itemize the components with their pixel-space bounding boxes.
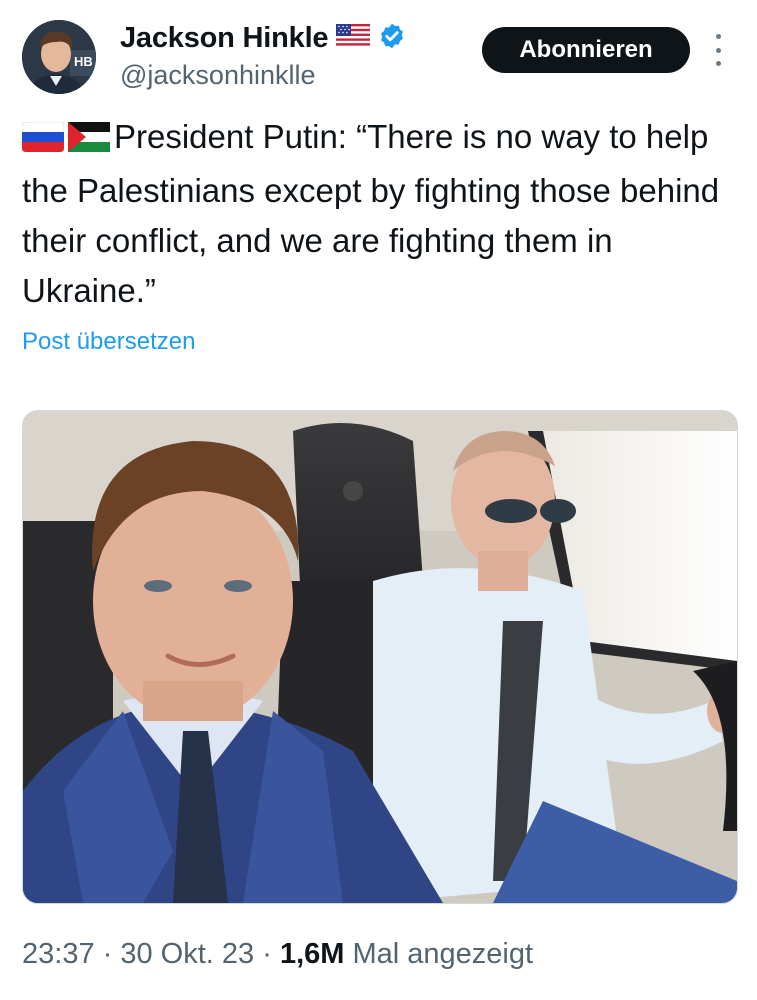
more-options-icon[interactable] (710, 34, 726, 66)
views-count[interactable]: 1,6M (280, 938, 344, 970)
tweet-text: President Putin: “There is no way to hel… (21, 112, 737, 316)
tweet-meta: 23:37 · 30 Okt. 23 · 1,6M Mal angezeigt (22, 938, 533, 971)
avatar-monogram: HB (74, 54, 93, 69)
tweet-photo[interactable] (22, 410, 738, 904)
tweet-body: President Putin: “There is no way to hel… (22, 118, 720, 309)
translate-post-link[interactable]: Post übersetzen (22, 328, 195, 356)
verified-badge-icon (378, 22, 406, 55)
russia-flag-icon (21, 116, 65, 166)
palestine-flag-icon (68, 116, 110, 166)
views-label: Mal angezeigt (344, 938, 534, 970)
meta-separator: · (254, 938, 280, 970)
author-name-row: Jackson Hinkle (120, 18, 406, 58)
follow-button[interactable]: Abonnieren (482, 27, 690, 73)
meta-separator: · (94, 938, 121, 970)
photo-image (23, 411, 737, 903)
tweet-date[interactable]: 30 Okt. 23 (120, 938, 254, 970)
author-avatar[interactable]: HB (22, 20, 96, 94)
tweet-time[interactable]: 23:37 (22, 938, 95, 970)
author-info: Jackson Hinkle @jacksonhinklle (120, 18, 406, 91)
author-handle[interactable]: @jacksonhinklle (120, 60, 406, 91)
us-flag-icon (336, 23, 371, 53)
author-display-name[interactable]: Jackson Hinkle (120, 22, 329, 55)
